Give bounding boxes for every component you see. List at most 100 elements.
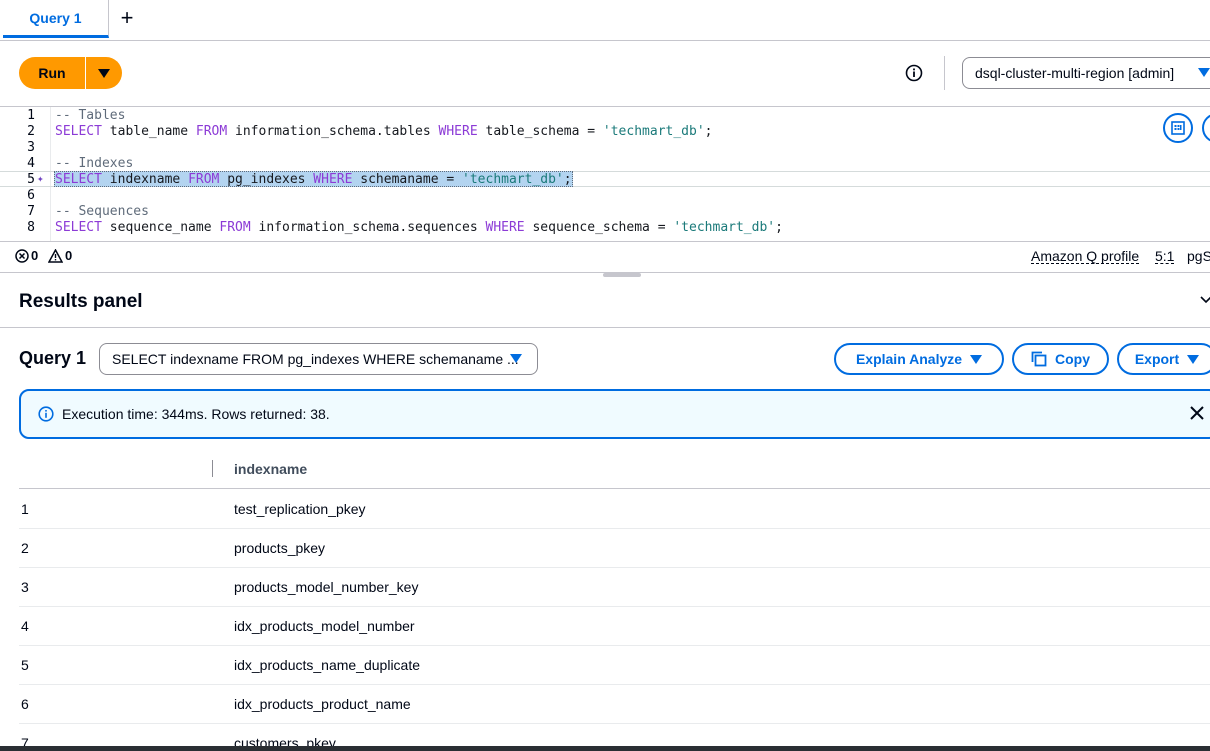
result-query-select[interactable]: SELECT indexname FROM pg_indexes WHERE s… [99, 343, 538, 375]
amazon-q-profile-link[interactable]: Amazon Q profile [1031, 249, 1140, 264]
info-icon [38, 406, 54, 422]
results-query-label: Query 1 [19, 348, 87, 368]
cursor-position[interactable]: 5:1 [1155, 249, 1175, 264]
table-row[interactable]: 1 test_replication_pkey [19, 489, 1210, 529]
caret-down-icon [1187, 354, 1200, 364]
table-cell: idx_products_name_duplicate [234, 657, 421, 673]
chevron-down-icon[interactable] [1200, 296, 1210, 304]
warning-count-value: 0 [65, 248, 73, 263]
row-number: 6 [21, 696, 29, 712]
code-line: SELECT sequence_name FROM information_sc… [55, 220, 783, 236]
row-number: 4 [21, 618, 29, 634]
copy-button[interactable]: Copy [1012, 343, 1109, 375]
sql-keyword: SELECT [55, 124, 102, 139]
warning-icon [48, 248, 63, 263]
table-row[interactable]: 6 idx_products_product_name [19, 684, 1210, 724]
export-button[interactable]: Export [1117, 343, 1210, 375]
keyboard-icon [1171, 121, 1185, 135]
copy-icon [1031, 351, 1047, 367]
sql-text: ; [775, 220, 783, 235]
sql-text: table_name [101, 124, 196, 139]
sql-text: table_schema = [477, 124, 603, 139]
caret-down-icon [510, 354, 522, 363]
code-line: SELECT table_name FROM information_schem… [55, 124, 712, 140]
cluster-select[interactable]: dsql-cluster-multi-region [admin] [962, 57, 1210, 89]
column-divider[interactable] [212, 460, 213, 477]
row-number: 1 [21, 501, 29, 517]
add-tab-icon[interactable]: + [113, 4, 141, 32]
editor-status-bar: 0 0 Amazon Q profile 5:1 pgS [0, 241, 1210, 273]
table-row[interactable]: 5 idx_products_name_duplicate [19, 645, 1210, 685]
error-icon [15, 248, 29, 263]
format-sql-button[interactable] [1163, 113, 1193, 143]
run-button-group: Run [19, 57, 122, 89]
sql-keyword: SELECT [55, 220, 102, 235]
column-header-indexname[interactable]: indexname [234, 461, 307, 477]
info-icon[interactable] [905, 64, 923, 82]
panel-resize-handle[interactable] [603, 273, 641, 277]
table-row[interactable]: 3 products_model_number_key [19, 567, 1210, 607]
amazon-q-sparkle-icon[interactable]: ✦ [37, 173, 47, 185]
line-number: 3 [27, 140, 35, 155]
explain-analyze-label: Explain Analyze [855, 351, 963, 367]
execution-info-text: Execution time: 344ms. Rows returned: 38… [62, 406, 330, 422]
sql-keyword: FROM [219, 220, 251, 235]
run-button[interactable]: Run [19, 57, 85, 89]
table-row[interactable]: 2 products_pkey [19, 528, 1210, 568]
row-number: 5 [21, 657, 29, 673]
results-panel-title: Results panel [19, 291, 143, 312]
table-cell: customers_pkey [234, 735, 336, 746]
code-line: SELECT indexname FROM pg_indexes WHERE s… [55, 172, 572, 188]
sql-keyword: SELECT [55, 172, 102, 187]
run-dropdown-button[interactable] [86, 57, 122, 89]
line-number: 8 [27, 220, 35, 235]
code-line: -- Tables [55, 108, 126, 123]
line-number: 6 [27, 188, 35, 203]
execution-info-alert: Execution time: 344ms. Rows returned: 38… [19, 389, 1210, 439]
results-panel-header: Results panel [0, 272, 1210, 328]
sql-text: schemaname = [352, 172, 463, 187]
tab-query-1[interactable]: Query 1 [3, 0, 109, 38]
line-number: 4 [27, 156, 35, 171]
sql-text: indexname [101, 172, 189, 187]
error-count[interactable]: 0 [15, 248, 38, 263]
table-cell: idx_products_product_name [234, 696, 411, 712]
table-row[interactable]: 7 customers_pkey [19, 723, 1210, 746]
code-line: -- Indexes [55, 156, 134, 171]
result-query-select-value: SELECT indexname FROM pg_indexes WHERE s… [112, 351, 519, 367]
line-number: 2 [27, 124, 35, 139]
sql-string: 'techmart_db' [673, 220, 776, 235]
explain-analyze-button[interactable]: Explain Analyze [834, 343, 1004, 375]
table-cell: products_pkey [234, 540, 326, 556]
line-number: 1 [27, 108, 35, 123]
sql-text: information_schema.sequences [250, 220, 486, 235]
sql-text: ; [704, 124, 713, 139]
sql-text: ; [563, 172, 572, 187]
sql-text: sequence_schema = [524, 220, 674, 235]
caret-down-icon [1198, 68, 1210, 77]
close-icon[interactable] [1189, 405, 1205, 421]
sql-keyword: WHERE [485, 220, 525, 235]
table-cell: products_model_number_key [234, 579, 419, 595]
sql-keyword: WHERE [313, 172, 353, 187]
editor-settings-button[interactable] [1202, 113, 1210, 143]
sql-keyword: WHERE [438, 124, 478, 139]
editor-toolbar: Run dsql-cluster-multi-region [admin] [0, 41, 1210, 105]
caret-down-icon [970, 354, 983, 364]
table-cell: test_replication_pkey [234, 501, 366, 517]
table-row[interactable]: 4 idx_products_model_number [19, 606, 1210, 646]
line-number: 7 [27, 204, 35, 219]
window-bottom-edge [0, 746, 1210, 751]
results-query-row: Query 1 SELECT indexname FROM pg_indexes… [0, 328, 1210, 388]
sql-text: information_schema.tables [227, 124, 439, 139]
sql-text: pg_indexes [219, 172, 314, 187]
code-line: -- Sequences [55, 204, 149, 219]
toolbar-divider [944, 56, 945, 90]
cluster-select-value: dsql-cluster-multi-region [admin] [975, 65, 1175, 81]
sql-string: 'techmart_db' [602, 124, 705, 139]
caret-down-icon [98, 68, 110, 78]
export-label: Export [1134, 351, 1180, 367]
language-mode[interactable]: pgS [1187, 249, 1210, 263]
warning-count[interactable]: 0 [48, 248, 72, 263]
sql-editor[interactable]: ✦ 1 -- Tables 2 SELECT table_name FROM i… [0, 106, 1210, 242]
